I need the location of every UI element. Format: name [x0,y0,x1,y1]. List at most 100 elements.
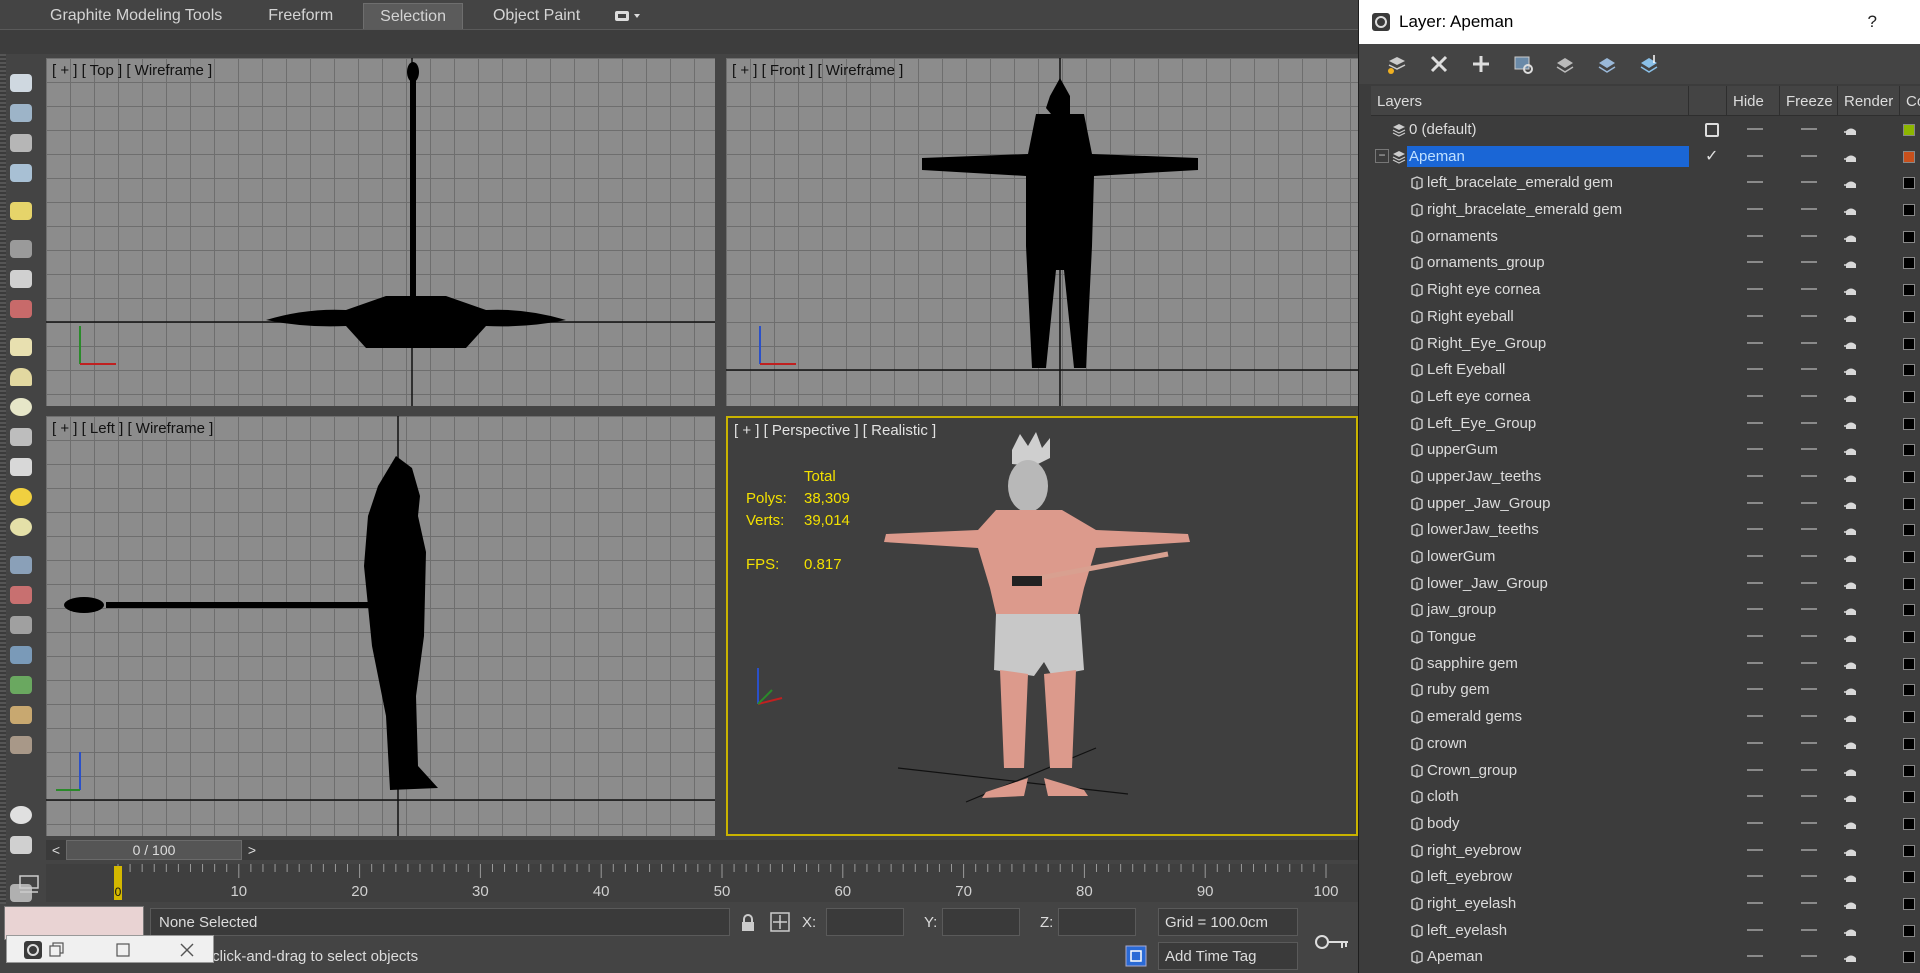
layer-row[interactable]: right_bracelate_emerald gem [1371,196,1920,223]
render-teapot-icon[interactable] [1844,364,1858,376]
hide-toggle[interactable] [1747,901,1763,904]
layer-color-swatch[interactable] [1903,817,1915,830]
hide-toggle[interactable] [1747,608,1763,611]
viewport-front[interactable]: [ + ] [ Front ] [ Wireframe ] [726,58,1358,406]
layer-color-swatch[interactable] [1903,470,1915,483]
z-coordinate-field[interactable] [1058,908,1136,936]
geosphere-icon[interactable] [10,518,32,536]
grid-tool-icon[interactable] [10,836,32,854]
column-render[interactable]: Render [1838,86,1900,116]
ribbon-options-menu[interactable] [610,3,646,29]
render-teapot-icon[interactable] [1844,444,1858,456]
biped-icon[interactable] [10,706,32,724]
layer-color-swatch[interactable] [1903,551,1915,563]
layer-row[interactable]: left_eyelash [1371,917,1920,944]
layer-row[interactable]: right_eyebrow [1371,837,1920,864]
freeze-toggle[interactable] [1801,394,1817,397]
layer-row[interactable]: Left eye cornea [1371,383,1920,410]
layer-color-swatch[interactable] [1903,791,1915,804]
freeze-toggle[interactable] [1801,341,1817,344]
layer-color-swatch[interactable] [1903,844,1915,857]
material-editor-icon[interactable] [10,134,32,152]
freeze-toggle[interactable] [1801,421,1817,424]
layer-row[interactable]: ornaments [1371,223,1920,250]
layer-row[interactable]: Apeman [1371,943,1920,970]
y-coordinate-field[interactable] [942,908,1020,936]
freeze-toggle[interactable] [1801,901,1817,904]
set-key-icon[interactable] [1314,934,1350,950]
render-teapot-icon[interactable] [1844,471,1858,482]
ribbon-panel-collapsed[interactable] [0,29,1358,54]
column-freeze[interactable]: Freeze [1780,86,1838,116]
freeze-toggle[interactable] [1801,501,1817,504]
layer-row[interactable]: Right_Eye_Group [1371,330,1920,357]
layer-color-swatch[interactable] [1903,951,1915,964]
current-layer-check-icon[interactable]: ✓ [1705,146,1718,166]
layer-name[interactable]: cloth [1427,786,1459,807]
render-teapot-icon[interactable] [1844,684,1858,696]
render-teapot-icon[interactable] [1844,151,1858,162]
layer-color-swatch[interactable] [1903,764,1915,777]
time-slider-thumb[interactable]: 0 / 100 [66,840,242,860]
render-teapot-icon[interactable] [1844,524,1858,536]
render-teapot-icon[interactable] [1844,845,1858,856]
layer-color-swatch[interactable] [1903,257,1915,270]
layer-name[interactable]: Right_Eye_Group [1427,333,1546,354]
layer-name[interactable]: Left_Eye_Group [1427,413,1536,434]
create-layer-icon[interactable] [1383,50,1411,78]
render-teapot-icon[interactable] [1844,738,1858,749]
layer-color-swatch[interactable] [1903,417,1915,430]
render-teapot-icon[interactable] [1844,391,1858,402]
layer-name[interactable]: right_eyelash [1427,893,1516,914]
hide-toggle[interactable] [1747,288,1763,291]
freeze-toggle[interactable] [1801,314,1817,317]
freeze-toggle[interactable] [1801,448,1817,451]
layer-name[interactable]: upper_Jaw_Group [1427,493,1550,514]
viewport-perspective[interactable]: [ + ] [ Perspective ] [ Realistic ] Tota… [726,416,1358,836]
close-window-icon[interactable] [179,942,195,958]
hide-toggle[interactable] [1747,128,1763,130]
teapot-icon[interactable] [10,74,32,92]
freeze-toggle[interactable] [1801,368,1817,371]
layer-name[interactable]: emerald gems [1427,706,1522,727]
render-teapot-icon[interactable] [1844,925,1858,936]
layer-row[interactable]: Left Eyeball [1371,356,1920,383]
layer-name[interactable]: upperJaw_teeths [1427,466,1541,487]
hide-toggle[interactable] [1747,154,1763,157]
freeze-toggle[interactable] [1801,768,1817,771]
freeze-toggle[interactable] [1801,635,1817,638]
layer-name[interactable]: crown [1427,733,1467,754]
render-teapot-icon[interactable] [1844,284,1858,296]
cone-icon[interactable] [10,458,32,476]
collapse-toggle-icon[interactable]: − [1375,148,1389,163]
hide-toggle[interactable] [1747,181,1763,184]
freeze-toggle[interactable] [1801,741,1817,744]
layer-row[interactable]: Left_Eye_Group [1371,410,1920,437]
tab-graphite-modeling-tools[interactable]: Graphite Modeling Tools [34,3,238,29]
helper-icon[interactable] [10,586,32,604]
layer-color-swatch[interactable] [1903,364,1915,377]
layer-color-swatch[interactable] [1903,337,1915,350]
layer-color-swatch[interactable] [1903,230,1915,243]
render-teapot-icon[interactable] [1844,898,1858,909]
bind-icon[interactable] [10,300,32,318]
hide-toggle[interactable] [1747,768,1763,771]
freeze-toggle[interactable] [1801,608,1817,611]
layer-row[interactable]: sapphire gem [1371,650,1920,677]
layer-row[interactable]: upperJaw_teeths [1371,463,1920,490]
render-teapot-icon[interactable] [1844,951,1858,963]
sun-icon[interactable] [10,488,32,506]
hide-toggle[interactable] [1747,501,1763,504]
next-frame-button[interactable]: > [242,840,262,860]
freeze-toggle[interactable] [1801,688,1817,691]
render-teapot-icon[interactable] [1844,231,1858,242]
layer-row[interactable]: body [1371,810,1920,837]
highlight-selected-layer-icon[interactable] [1551,50,1579,78]
add-time-tag[interactable]: Add Time Tag [1158,942,1298,970]
render-teapot-icon[interactable] [1844,338,1858,349]
link-icon[interactable] [10,240,32,258]
layer-color-swatch[interactable] [1903,497,1915,510]
freeze-toggle[interactable] [1801,128,1817,130]
layer-name[interactable]: ruby gem [1427,679,1490,700]
unlink-icon[interactable] [10,270,32,288]
